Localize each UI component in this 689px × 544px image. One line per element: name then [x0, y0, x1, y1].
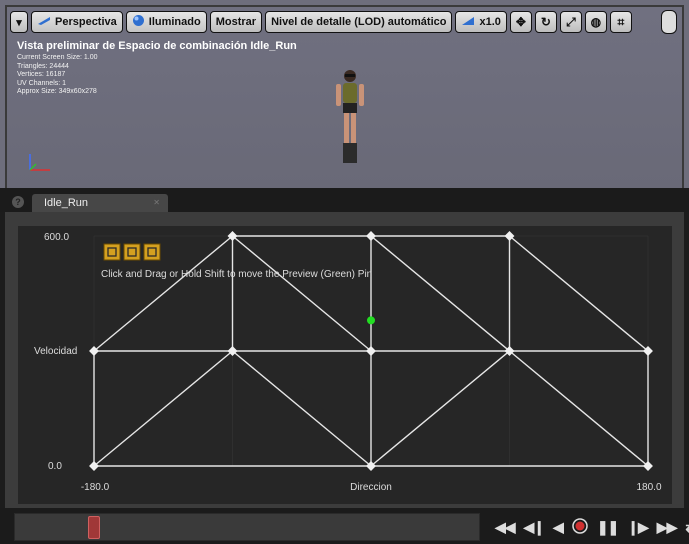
play-reverse-icon[interactable]: ◀ — [553, 519, 564, 536]
move-icon: ✥ — [515, 15, 526, 29]
viewport-options-button[interactable]: ▾ — [10, 11, 28, 33]
triangulation-edge — [232, 350, 372, 467]
preview-pin[interactable] — [367, 316, 375, 325]
stat-line: Triangles: 24444 — [17, 62, 69, 70]
move-tool-button[interactable]: ✥ — [509, 11, 532, 33]
perspective-label: Perspectiva — [55, 16, 117, 28]
tab-label: Idle_Run — [44, 197, 89, 209]
triangulation-edge — [509, 235, 649, 352]
graph-hint: Click and Drag or Hold Shift to move the… — [101, 269, 372, 280]
scale-tool-button[interactable]: ⤢ — [559, 11, 582, 33]
stat-line: Approx Size: 349x60x278 — [17, 88, 97, 95]
step-back-icon[interactable]: ◀❙ — [524, 519, 545, 536]
world-axes-gizmo — [29, 154, 50, 171]
stat-line: Vertices: 16187 — [17, 71, 66, 78]
triangle-tool-icon[interactable] — [123, 243, 141, 261]
y-max-label: 600.0 — [44, 232, 69, 243]
triangulation-edge — [232, 235, 372, 352]
snap-icon: ⌗ — [617, 14, 625, 29]
viewport-toolbar: ▾ Perspectiva Iluminado Mostrar Nivel de… — [10, 10, 632, 34]
x-min-label: -180.0 — [81, 482, 110, 493]
skip-end-icon[interactable]: ▶▶ — [657, 519, 678, 536]
speed-label: x1.0 — [479, 16, 501, 28]
y-axis-label: Velocidad — [34, 346, 77, 357]
tab-idle-run[interactable]: Idle_Run ✕ — [32, 194, 168, 212]
skip-start-icon[interactable]: ◀◀ — [495, 519, 516, 536]
stat-line: Current Screen Size: 1.00 — [17, 54, 98, 61]
transport-controls: ◀◀ ◀❙ ◀ ❚❚ ❙▶ ▶▶ ⇄ — [495, 516, 689, 538]
camera-icon — [37, 16, 51, 29]
grid-tool-icon[interactable] — [103, 243, 121, 261]
y-min-label: 0.0 — [48, 461, 62, 472]
lod-label: Nivel de detalle (LOD) automático — [271, 16, 447, 28]
scale-icon: ⤢ — [566, 14, 576, 29]
show-button[interactable]: Mostrar — [209, 11, 263, 33]
perspective-button[interactable]: Perspectiva — [31, 11, 123, 33]
character-mesh — [336, 70, 364, 163]
caret-down-icon: ▾ — [16, 16, 22, 29]
step-forward-icon[interactable]: ❙▶ — [627, 519, 648, 536]
lod-button[interactable]: Nivel de detalle (LOD) automático — [265, 11, 453, 33]
timeline-scrubber[interactable] — [88, 516, 100, 539]
x-axis-label: Direccion — [350, 482, 392, 493]
timeline-track[interactable] — [14, 513, 480, 541]
x-max-label: 180.0 — [636, 482, 661, 493]
triangulation-edge — [370, 235, 510, 352]
globe-icon: ◍ — [590, 15, 602, 29]
triangulation-edge — [509, 350, 649, 467]
help-icon[interactable]: ? — [12, 196, 24, 208]
blend-space-canvas[interactable]: 600.0 Velocidad 0.0 -180.0 Direccion 180.0 Cli… — [18, 226, 672, 504]
viewport-title: Vista preliminar de Espacio de combinaci… — [17, 40, 297, 52]
snap-button[interactable]: ⌗ — [609, 11, 632, 33]
blend-space-graph[interactable]: 600.0 Velocidad 0.0 -180.0 Direccion 180.0 Cli… — [18, 226, 672, 504]
fit-tool-icon[interactable] — [143, 243, 161, 261]
playback-speed-button[interactable]: x1.0 — [455, 11, 507, 33]
lit-sphere-icon — [132, 14, 145, 30]
viewport-stats: Current Screen Size: 1.00 Triangles: 244… — [17, 54, 98, 97]
speed-icon — [461, 16, 475, 29]
rotate-tool-button[interactable]: ↻ — [534, 11, 557, 33]
lit-label: Iluminado — [148, 16, 201, 28]
close-icon[interactable]: ✕ — [153, 194, 160, 212]
triangulation-edge — [93, 350, 233, 467]
pause-icon[interactable]: ❚❚ — [597, 519, 619, 536]
preview-viewport[interactable]: ▾ Perspectiva Iluminado Mostrar Nivel de… — [0, 0, 689, 188]
viewport-menu-toggle[interactable] — [661, 10, 677, 34]
world-local-button[interactable]: ◍ — [584, 11, 607, 33]
show-label: Mostrar — [215, 16, 257, 28]
loop-icon[interactable]: ⇄ — [685, 519, 689, 536]
stat-line: UV Channels: 1 — [17, 79, 67, 87]
record-icon[interactable] — [572, 517, 588, 537]
triangulation-edge — [370, 350, 510, 467]
lit-button[interactable]: Iluminado — [125, 11, 207, 33]
rotate-icon: ↻ — [540, 15, 551, 29]
